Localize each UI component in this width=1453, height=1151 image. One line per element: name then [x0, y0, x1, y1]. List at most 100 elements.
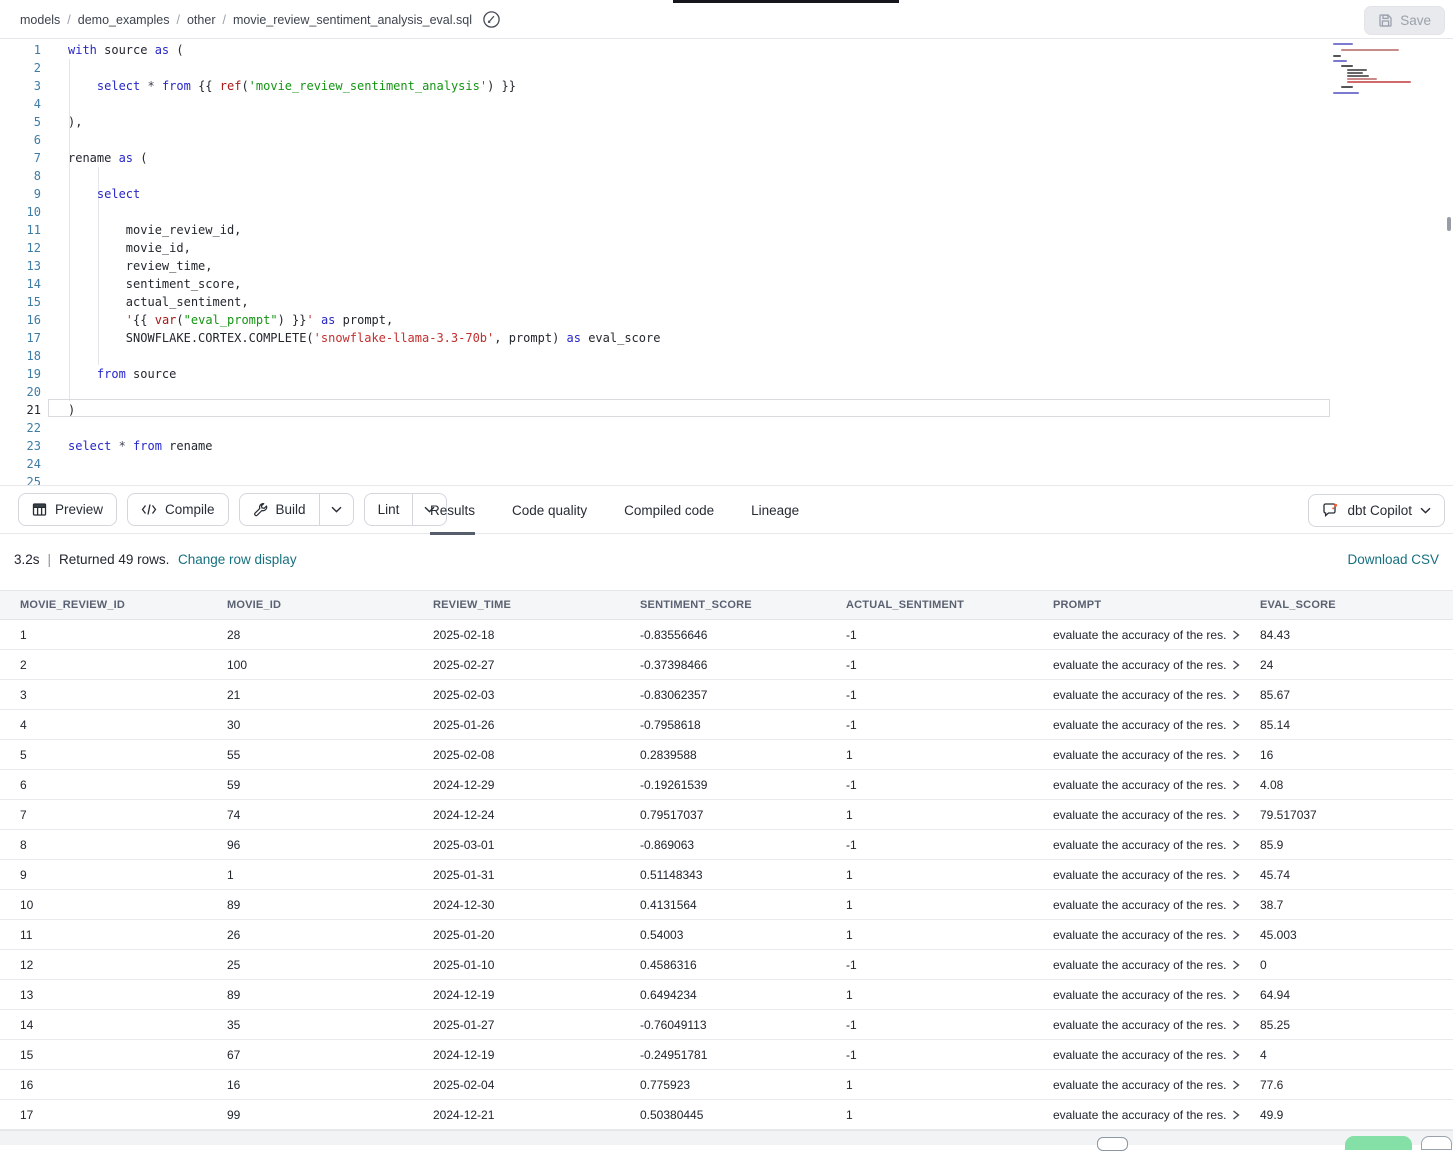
prompt-preview-text: evaluate the accuracy of the res... — [1053, 1108, 1226, 1122]
line-number: 7 — [0, 149, 41, 167]
table-cell: 2025-02-27 — [413, 650, 620, 679]
code-line[interactable]: from source — [68, 365, 176, 383]
table-cell: -0.7958618 — [620, 710, 826, 739]
expand-cell-icon[interactable] — [1232, 870, 1240, 880]
code-line[interactable]: actual_sentiment, — [68, 293, 249, 311]
table-cell: 17 — [0, 1100, 207, 1129]
results-table: MOVIE_REVIEW_IDMOVIE_IDREVIEW_TIMESENTIM… — [0, 590, 1453, 1130]
table-cell: 2025-01-27 — [413, 1010, 620, 1039]
expand-cell-icon[interactable] — [1232, 690, 1240, 700]
code-line[interactable]: select * from {{ ref('movie_review_senti… — [68, 77, 516, 95]
sql-code-editor[interactable]: 1with source as (23 select * from {{ ref… — [0, 39, 1453, 485]
prompt-preview-text: evaluate the accuracy of the res... — [1053, 868, 1226, 882]
table-cell: -0.83062357 — [620, 680, 826, 709]
code-minimap[interactable] — [1333, 42, 1445, 94]
code-line[interactable]: rename as ( — [68, 149, 148, 167]
expand-cell-icon[interactable] — [1232, 930, 1240, 940]
column-header: PROMPT — [1033, 591, 1240, 619]
table-cell: 35 — [207, 1010, 413, 1039]
build-dropdown-button[interactable] — [319, 494, 353, 525]
expand-cell-icon[interactable] — [1232, 1050, 1240, 1060]
table-cell: 30 — [207, 710, 413, 739]
prompt-preview-text: evaluate the accuracy of the res... — [1053, 718, 1226, 732]
table-cell: -1 — [826, 770, 1033, 799]
code-line[interactable]: review_time, — [68, 257, 213, 275]
breadcrumb-other[interactable]: other — [187, 13, 216, 27]
expand-cell-icon[interactable] — [1232, 990, 1240, 1000]
prompt-cell: evaluate the accuracy of the res... — [1033, 1040, 1240, 1069]
breadcrumb-demo-examples[interactable]: demo_examples — [78, 13, 170, 27]
expand-cell-icon[interactable] — [1232, 660, 1240, 670]
expand-cell-icon[interactable] — [1232, 1110, 1240, 1120]
prompt-cell: evaluate the accuracy of the res... — [1033, 1100, 1240, 1129]
editor-scrollbar[interactable] — [1447, 217, 1451, 231]
code-line[interactable]: with source as ( — [68, 41, 184, 59]
tab-compiled-code[interactable]: Compiled code — [624, 486, 714, 535]
code-line[interactable]: select — [68, 185, 140, 203]
expand-cell-icon[interactable] — [1232, 840, 1240, 850]
table-cell: 1 — [826, 890, 1033, 919]
tab-lineage[interactable]: Lineage — [751, 486, 799, 535]
table-cell: 26 — [207, 920, 413, 949]
code-line[interactable]: sentiment_score, — [68, 275, 241, 293]
table-cell: 0.79517037 — [620, 800, 826, 829]
download-csv-link[interactable]: Download CSV — [1347, 552, 1439, 567]
table-cell: 8 — [0, 830, 207, 859]
table-cell: 1 — [826, 1100, 1033, 1129]
bottom-partial-button[interactable] — [1421, 1136, 1452, 1150]
tab-code-quality[interactable]: Code quality — [512, 486, 587, 535]
line-number: 24 — [0, 455, 41, 473]
expand-cell-icon[interactable] — [1232, 900, 1240, 910]
table-cell: -1 — [826, 710, 1033, 739]
line-number: 13 — [0, 257, 41, 275]
table-cell: -1 — [826, 650, 1033, 679]
table-cell: 2025-01-10 — [413, 950, 620, 979]
preview-button[interactable]: Preview — [18, 493, 117, 526]
code-line[interactable]: ) — [68, 401, 75, 419]
expand-cell-icon[interactable] — [1232, 1020, 1240, 1030]
expand-cell-icon[interactable] — [1232, 630, 1240, 640]
edit-file-icon[interactable] — [483, 11, 500, 28]
build-button[interactable]: Build — [240, 494, 319, 525]
current-line-highlight — [48, 399, 1330, 417]
bottom-partial-green-button[interactable] — [1345, 1136, 1412, 1150]
lint-button[interactable]: Lint — [365, 494, 413, 525]
expand-cell-icon[interactable] — [1232, 960, 1240, 970]
code-line[interactable]: '{{ var("eval_prompt") }}' as prompt, — [68, 311, 393, 329]
expand-cell-icon[interactable] — [1232, 750, 1240, 760]
table-cell: 38.7 — [1240, 890, 1453, 919]
code-line[interactable]: ), — [68, 113, 82, 131]
code-line[interactable]: movie_id, — [68, 239, 191, 257]
dbt-copilot-button[interactable]: dbt Copilot — [1308, 494, 1445, 527]
bottom-partial-control[interactable] — [1097, 1137, 1128, 1151]
breadcrumb-models[interactable]: models — [20, 13, 60, 27]
table-cell: 2025-02-08 — [413, 740, 620, 769]
prompt-cell: evaluate the accuracy of the res... — [1033, 770, 1240, 799]
table-cell: 16 — [1240, 740, 1453, 769]
line-number: 5 — [0, 113, 41, 131]
table-cell: 2025-01-26 — [413, 710, 620, 739]
change-row-display-link[interactable]: Change row display — [178, 552, 297, 567]
table-row: 13892024-12-190.64942341evaluate the acc… — [0, 980, 1453, 1010]
code-line[interactable]: select * from rename — [68, 437, 213, 455]
table-cell: 0.775923 — [620, 1070, 826, 1099]
chevron-down-icon — [331, 506, 342, 513]
table-row: 17992024-12-210.503804451evaluate the ac… — [0, 1100, 1453, 1130]
save-button[interactable]: Save — [1364, 6, 1445, 35]
code-line[interactable]: SNOWFLAKE.CORTEX.COMPLETE('snowflake-lla… — [68, 329, 660, 347]
expand-cell-icon[interactable] — [1232, 720, 1240, 730]
compile-button[interactable]: Compile — [127, 493, 229, 526]
table-cell: 1 — [207, 860, 413, 889]
table-row: 11262025-01-200.540031evaluate the accur… — [0, 920, 1453, 950]
column-header: MOVIE_REVIEW_ID — [0, 591, 207, 619]
prompt-cell: evaluate the accuracy of the res... — [1033, 950, 1240, 979]
expand-cell-icon[interactable] — [1232, 780, 1240, 790]
tab-results[interactable]: Results — [430, 486, 475, 535]
table-cell: 2024-12-19 — [413, 980, 620, 1009]
table-cell: 85.67 — [1240, 680, 1453, 709]
prompt-cell: evaluate the accuracy of the res... — [1033, 860, 1240, 889]
expand-cell-icon[interactable] — [1232, 1080, 1240, 1090]
bottom-scroll-strip[interactable] — [0, 1130, 1453, 1145]
code-line[interactable]: movie_review_id, — [68, 221, 241, 239]
expand-cell-icon[interactable] — [1232, 810, 1240, 820]
